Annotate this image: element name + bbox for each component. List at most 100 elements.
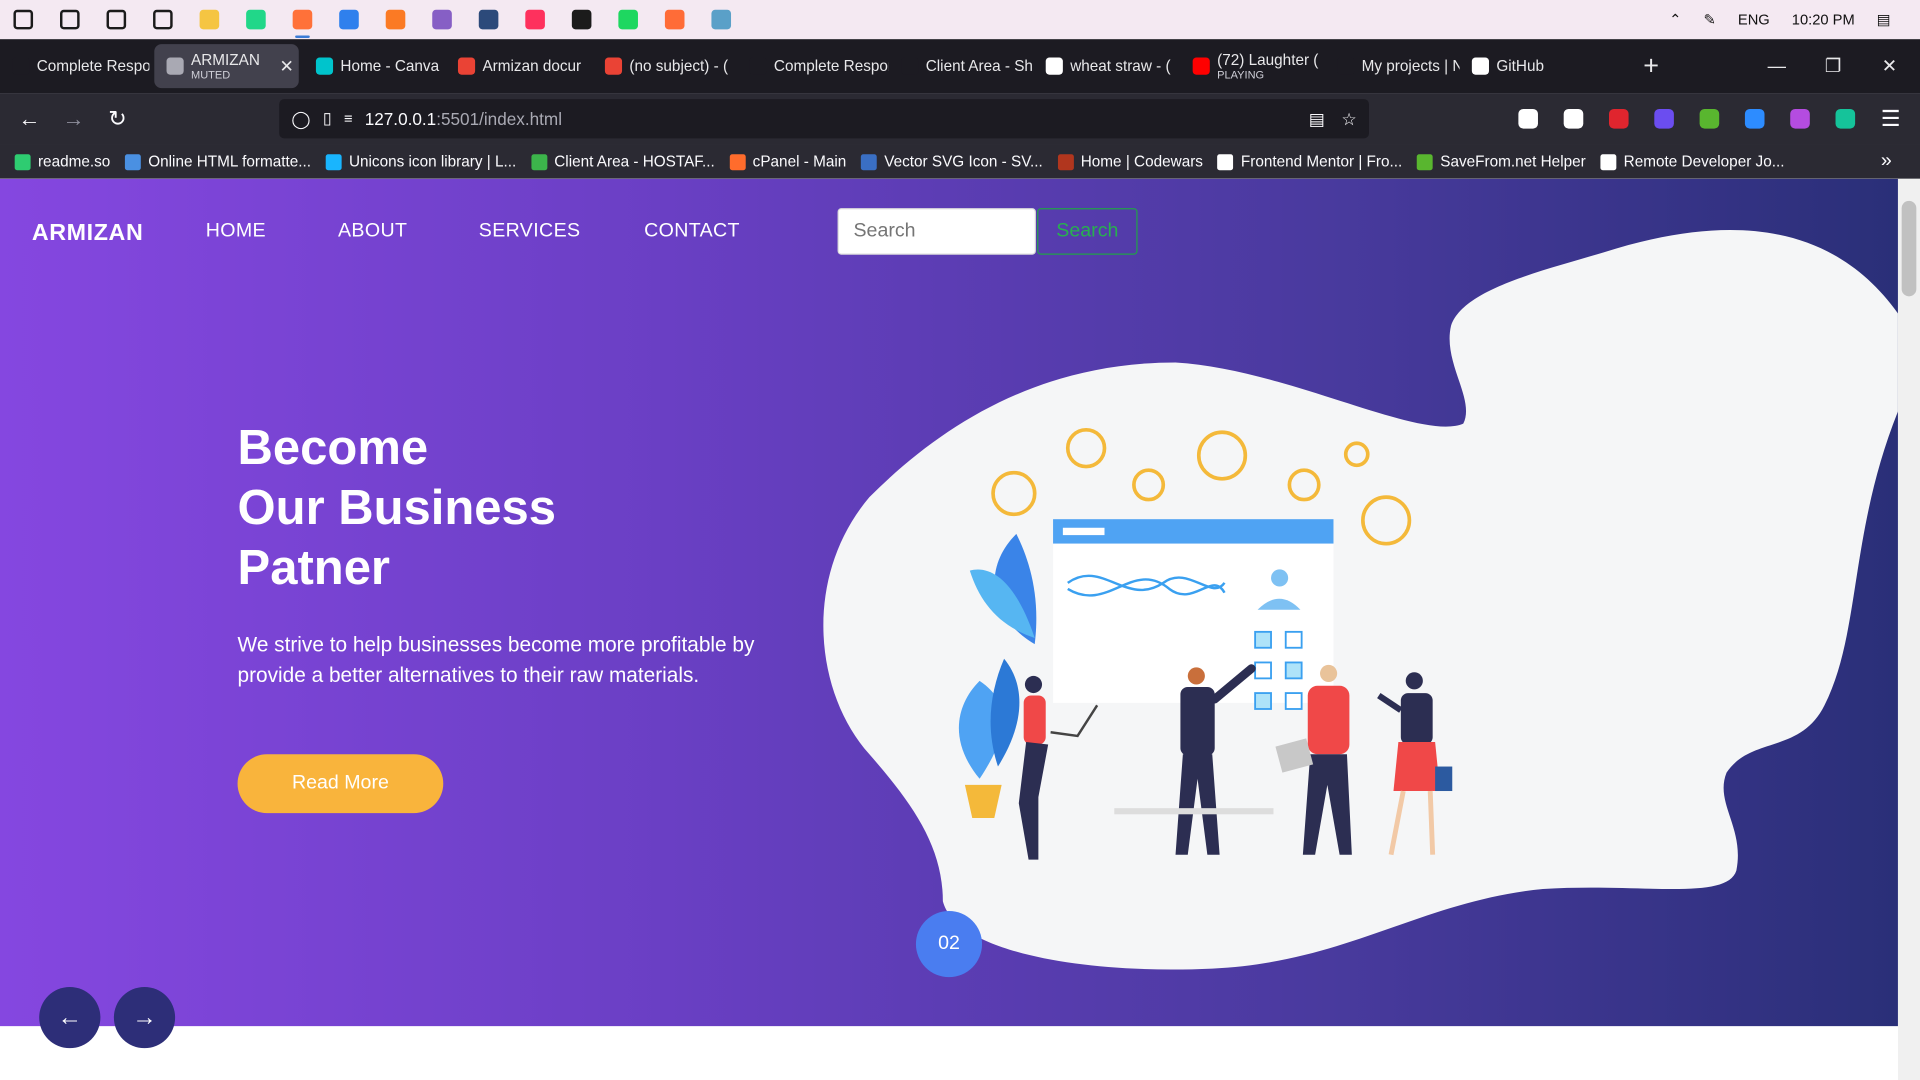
browser-tab[interactable]: Armizan docur xyxy=(446,44,593,88)
tab-label: Armizan docur xyxy=(482,57,582,75)
ublock-icon[interactable] xyxy=(1608,108,1629,129)
bookmark-favicon-icon xyxy=(14,153,31,170)
browser-tab[interactable]: (72) Laughter (PLAYING xyxy=(1180,44,1324,88)
pen-icon[interactable]: ✎ xyxy=(1704,11,1716,28)
search-input[interactable] xyxy=(837,208,1036,255)
tab-label: Client Area - Shuja xyxy=(925,57,1034,75)
permissions-icon[interactable]: ≡ xyxy=(344,110,353,127)
search-icon[interactable] xyxy=(47,0,94,39)
bookmark-star-icon[interactable]: ☆ xyxy=(1341,108,1356,129)
pycharm-icon[interactable] xyxy=(233,0,280,39)
minimize-icon[interactable]: — xyxy=(1749,39,1805,93)
monitor-icon[interactable] xyxy=(698,0,745,39)
bookmark-item[interactable]: Vector SVG Icon - SV... xyxy=(860,153,1043,170)
bookmark-item[interactable]: Client Area - HOSTAF... xyxy=(530,153,715,170)
headline-line-3: Patner xyxy=(237,541,391,596)
shield-icon[interactable]: ◯ xyxy=(291,108,310,129)
bookmark-item[interactable]: Unicons icon library | L... xyxy=(325,153,517,171)
extension-purple-icon[interactable] xyxy=(1654,108,1674,129)
obs-icon[interactable] xyxy=(558,0,605,39)
bookmarks-overflow-icon[interactable]: » xyxy=(1881,144,1892,178)
browser-tab[interactable]: wheat straw - ( xyxy=(1033,44,1180,88)
bookmark-label: Frontend Mentor | Fro... xyxy=(1240,153,1403,171)
nav-about[interactable]: ABOUT xyxy=(338,220,407,242)
back-icon[interactable]: ← xyxy=(7,99,51,138)
site-logo[interactable]: ARMIZAN xyxy=(32,220,144,247)
chevron-up-icon[interactable]: ⌃ xyxy=(1669,11,1681,28)
nav-home[interactable]: HOME xyxy=(206,220,266,242)
pocket-icon[interactable] xyxy=(1518,108,1538,129)
headline-line-1: Become xyxy=(237,421,429,476)
close-tab-icon[interactable]: ✕ xyxy=(279,56,293,77)
grammarly-icon[interactable] xyxy=(1835,108,1856,129)
hero-blob-shape xyxy=(823,230,1898,970)
browser-tab[interactable]: ARMIZAN MUTED ✕ xyxy=(154,44,299,89)
browser-tab[interactable]: GitHub xyxy=(1460,44,1582,88)
browser-tab[interactable]: Complete Respon xyxy=(737,44,889,88)
browser-tab[interactable]: Home - Canva xyxy=(304,44,446,88)
tab-status: PLAYING xyxy=(1217,68,1265,81)
bookmark-item[interactable]: Remote Developer Jo... xyxy=(1600,153,1784,170)
bookmark-favicon-icon xyxy=(1217,153,1234,170)
tab-label: GitHub xyxy=(1496,57,1544,75)
hero-subtext: We strive to help businesses become more… xyxy=(237,633,755,687)
restore-icon[interactable]: ❐ xyxy=(1805,39,1861,93)
tab-favicon-icon xyxy=(166,57,184,75)
tab-favicon-icon xyxy=(1471,57,1489,75)
postman-icon[interactable] xyxy=(651,0,698,39)
scrollbar-thumb[interactable] xyxy=(1901,200,1917,297)
windows-start-icon[interactable] xyxy=(0,0,47,39)
browser-tab[interactable]: Client Area - Shuja xyxy=(889,44,1033,88)
zoom-icon[interactable] xyxy=(1744,108,1765,129)
download-icon[interactable] xyxy=(1563,108,1584,129)
extension-wave-icon[interactable] xyxy=(1790,108,1810,129)
spotify-icon[interactable] xyxy=(605,0,652,39)
tab-label: ARMIZAN xyxy=(191,51,260,69)
new-tab-button[interactable]: + xyxy=(1631,44,1671,88)
nav-contact[interactable]: CONTACT xyxy=(644,220,740,242)
address-bar[interactable]: ◯ ▯ ≡ 127.0.0.1:5501/index.html ▤ ☆ xyxy=(279,99,1369,139)
prev-slide-button[interactable]: ← xyxy=(39,986,101,1049)
clock[interactable]: 10:20 PM xyxy=(1792,11,1855,28)
firefox-icon[interactable] xyxy=(279,0,326,39)
vscode-icon[interactable] xyxy=(326,0,373,39)
reader-view-icon[interactable]: ▤ xyxy=(1309,108,1325,129)
slide-indicator[interactable]: 02 xyxy=(915,911,983,978)
search-button[interactable]: Search xyxy=(1037,208,1138,255)
savefrom-icon[interactable] xyxy=(1699,108,1720,129)
reload-icon[interactable]: ↻ xyxy=(96,99,140,138)
next-slide-button[interactable]: → xyxy=(113,986,176,1049)
browser-tab[interactable]: (no subject) - ( xyxy=(593,44,737,88)
bookmark-label: Unicons icon library | L... xyxy=(348,153,517,171)
close-window-icon[interactable]: ✕ xyxy=(1861,39,1917,93)
file-explorer-icon[interactable] xyxy=(186,0,233,39)
tab-favicon-icon xyxy=(1192,57,1210,75)
system-tray: ⌃ ✎ ENG 10:20 PM ▤ xyxy=(1669,0,1920,39)
browser-tab[interactable]: Complete Respon xyxy=(0,44,149,88)
browser-tab[interactable]: My projects | N xyxy=(1325,44,1460,88)
xampp-icon[interactable] xyxy=(372,0,419,39)
tab-label: Complete Respon xyxy=(36,57,150,75)
bookmark-item[interactable]: SaveFrom.net Helper xyxy=(1416,153,1586,170)
bookmark-item[interactable]: cPanel - Main xyxy=(729,153,846,170)
page-scrollbar[interactable] xyxy=(1897,178,1920,1080)
task-view-icon[interactable] xyxy=(140,0,187,39)
nav-services[interactable]: SERVICES xyxy=(479,220,581,242)
bookmark-item[interactable]: Frontend Mentor | Fro... xyxy=(1217,153,1403,171)
headline-line-2: Our Business xyxy=(237,481,557,536)
page-icon: ▯ xyxy=(322,108,332,128)
language-indicator[interactable]: ENG xyxy=(1738,11,1770,28)
cortana-icon[interactable] xyxy=(93,0,140,39)
tab-favicon-icon xyxy=(1045,57,1063,75)
menu-icon[interactable]: ☰ xyxy=(1869,99,1913,138)
read-more-button[interactable]: Read More xyxy=(237,754,444,814)
intellij-icon[interactable] xyxy=(512,0,559,39)
visual-studio-icon[interactable] xyxy=(419,0,466,39)
ssms-icon[interactable] xyxy=(465,0,512,39)
bookmark-item[interactable]: Online HTML formatte... xyxy=(124,153,311,170)
bookmark-item[interactable]: Home | Codewars xyxy=(1057,153,1203,170)
notification-icon[interactable]: ▤ xyxy=(1877,11,1891,28)
forward-icon[interactable]: → xyxy=(51,99,95,138)
bookmark-favicon-icon xyxy=(1600,153,1617,170)
bookmark-item[interactable]: readme.so xyxy=(14,153,111,170)
